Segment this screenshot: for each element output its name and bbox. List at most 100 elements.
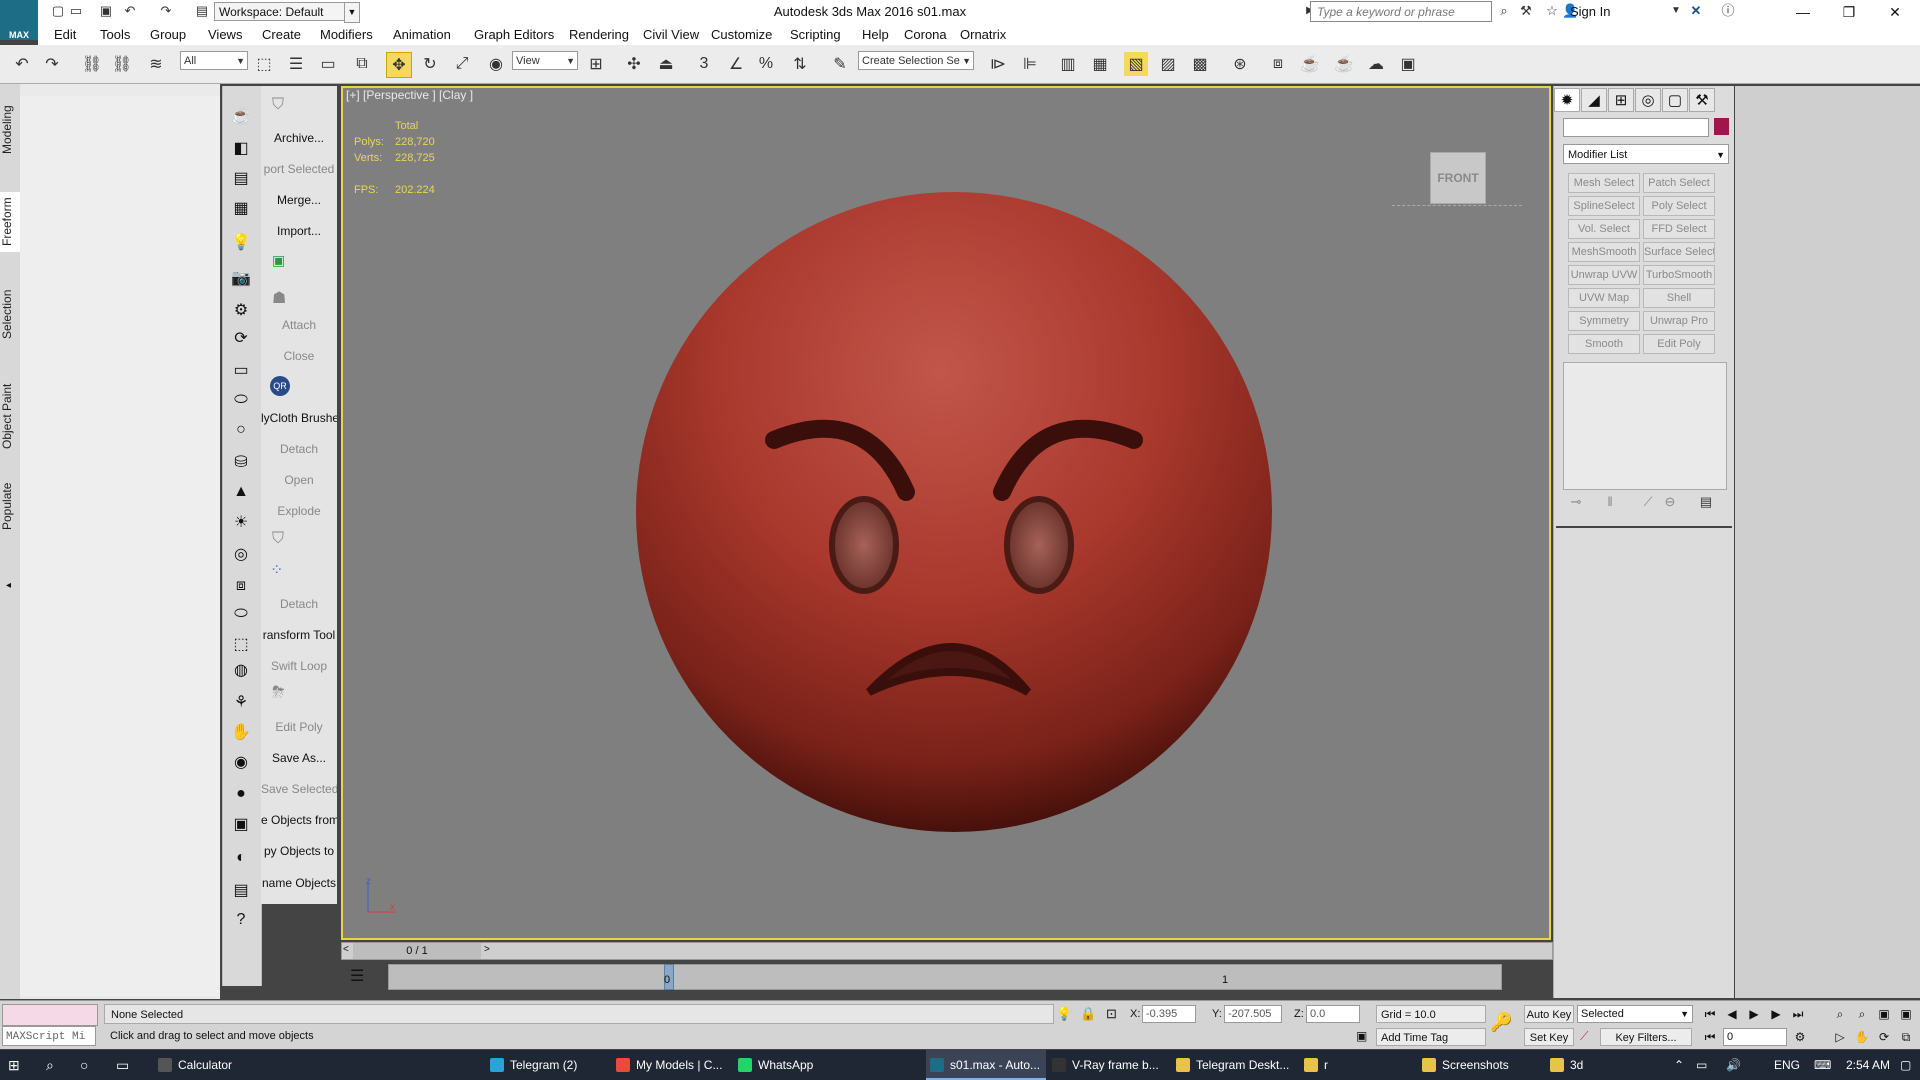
modifier-meshsmooth-button[interactable]: MeshSmooth: [1568, 242, 1640, 262]
modifier-stack[interactable]: [1563, 362, 1727, 490]
mirror-icon[interactable]: ⧐: [986, 52, 1010, 76]
plane-icon[interactable]: ⧈: [228, 574, 254, 598]
reference-coordinate-dropdown[interactable]: View ▼: [512, 51, 578, 70]
taskbar-item-telegram-deskt[interactable]: Telegram Deskt...: [1172, 1050, 1292, 1080]
light-icon[interactable]: 💡: [228, 230, 254, 254]
select-object-icon[interactable]: ⬚: [252, 52, 276, 76]
binoculars-icon[interactable]: ⌕: [1496, 3, 1512, 19]
rectangular-selection-icon[interactable]: ▭: [316, 52, 340, 76]
command-merge[interactable]: Merge...: [261, 193, 337, 207]
command-py-objects-to[interactable]: py Objects to: [261, 844, 337, 858]
add-time-tag-button[interactable]: Add Time Tag: [1376, 1028, 1486, 1046]
keyboard-icon[interactable]: ⌨: [1814, 1058, 1831, 1072]
minimize-button[interactable]: —: [1780, 0, 1826, 24]
new-icon[interactable]: ▢: [50, 3, 66, 19]
field-of-view-icon[interactable]: ▷: [1830, 1030, 1850, 1044]
list-icon[interactable]: ▤: [228, 166, 254, 190]
command-edit-poly[interactable]: Edit Poly: [261, 720, 337, 734]
set-key-button[interactable]: Set Key: [1524, 1028, 1574, 1046]
sun-icon[interactable]: ☀: [228, 510, 254, 534]
help-icon[interactable]: ?: [228, 908, 254, 932]
search-input[interactable]: Type a keyword or phrase: [1310, 1, 1492, 22]
taskbar-item-my-models-c[interactable]: My Models | C...: [612, 1050, 728, 1080]
ribbon-expand-icon[interactable]: ◂: [6, 580, 11, 591]
key-mode-toggle-icon[interactable]: ⏮: [1700, 1030, 1720, 1045]
pivot-center-icon[interactable]: ⊞: [584, 52, 608, 76]
play-icon[interactable]: ▶: [1744, 1007, 1764, 1021]
rectangle-icon[interactable]: ▭: [228, 358, 254, 382]
cube-icon[interactable]: ⬚: [228, 632, 254, 656]
command-e-objects-from[interactable]: e Objects from: [261, 813, 337, 827]
taskbar-item-v-ray-frame-b[interactable]: V-Ray frame b...: [1048, 1050, 1166, 1080]
cone-icon[interactable]: ▲: [228, 480, 254, 504]
menu-help[interactable]: Help: [862, 27, 889, 42]
menu-edit[interactable]: Edit: [54, 27, 76, 42]
show-end-result-icon[interactable]: ‖: [1600, 494, 1620, 509]
workspace-dropdown[interactable]: Workspace: Default: [214, 2, 354, 21]
network-icon[interactable]: ▭: [1696, 1058, 1707, 1072]
task-view-icon[interactable]: ▭: [116, 1057, 129, 1074]
pin-stack-icon[interactable]: ⊸: [1566, 494, 1586, 510]
menu-rendering[interactable]: Rendering: [569, 27, 629, 42]
command-close[interactable]: Close: [261, 349, 337, 363]
bowl-icon[interactable]: ⛁: [228, 450, 254, 474]
menu-corona[interactable]: Corona: [904, 27, 947, 42]
clock[interactable]: 2:54 AM: [1846, 1058, 1890, 1072]
camera-icon[interactable]: 📷: [228, 266, 254, 290]
modifier-poly-select-button[interactable]: Poly Select: [1643, 196, 1715, 216]
viewport-label[interactable]: [+] [Perspective ] [Clay ]: [346, 88, 473, 102]
go-to-end-icon[interactable]: ⏭: [1788, 1007, 1808, 1022]
modifier-edit-poly-button[interactable]: Edit Poly: [1643, 334, 1715, 354]
current-frame-field[interactable]: 0: [1723, 1028, 1787, 1046]
modifier-turbosmooth-button[interactable]: TurboSmooth: [1643, 265, 1715, 285]
scale-icon[interactable]: ⤢: [450, 52, 474, 76]
time-slider-next-icon[interactable]: >: [484, 944, 490, 955]
isolate-selection-icon[interactable]: 💡: [1056, 1006, 1072, 1022]
redo-icon[interactable]: ↷: [40, 52, 64, 76]
menu-tools[interactable]: Tools: [100, 27, 130, 42]
taskbar-item-screenshots[interactable]: Screenshots: [1418, 1050, 1538, 1080]
taskbar-item-telegram-2[interactable]: Telegram (2): [486, 1050, 598, 1080]
command-archive[interactable]: Archive...: [261, 131, 337, 145]
qr-icon[interactable]: QR: [270, 376, 290, 396]
command-import[interactable]: Import...: [261, 224, 337, 238]
modifier-vol-select-button[interactable]: Vol. Select: [1568, 219, 1640, 239]
search-icon[interactable]: ⌕: [46, 1057, 54, 1074]
menu-modifiers[interactable]: Modifiers: [320, 27, 373, 42]
select-by-name-icon[interactable]: ☰: [284, 52, 308, 76]
tab-populate[interactable]: Populate: [0, 476, 20, 536]
undo-icon[interactable]: ↶: [122, 3, 138, 19]
unlink-icon[interactable]: ⛓: [110, 52, 134, 76]
make-unique-icon[interactable]: ⟋: [1638, 494, 1658, 510]
start-windows-icon[interactable]: ⊞: [8, 1057, 20, 1074]
menu-views[interactable]: Views: [208, 27, 242, 42]
menu-create[interactable]: Create: [262, 27, 301, 42]
render-iterative-icon[interactable]: ☕: [1332, 52, 1356, 76]
motion-icon[interactable]: ⟳: [228, 326, 254, 350]
shield-icon[interactable]: ⛉: [272, 530, 284, 548]
teapot-icon[interactable]: ☕: [228, 104, 254, 128]
render-icon[interactable]: ◧: [228, 136, 254, 160]
time-tag-icon[interactable]: ▣: [1356, 1029, 1367, 1043]
key-filters-button[interactable]: Key Filters...: [1600, 1028, 1692, 1046]
layer-explorer-icon[interactable]: ▥: [1056, 52, 1080, 76]
modifier-surface-select-button[interactable]: Surface Select: [1643, 242, 1715, 262]
edit-named-selection-icon[interactable]: ✎: [828, 52, 852, 76]
modifier-shell-button[interactable]: Shell: [1643, 288, 1715, 308]
swift-loop-icon[interactable]: ⛈: [272, 684, 285, 702]
tab-modeling[interactable]: Modeling: [0, 100, 20, 160]
particles-icon[interactable]: ⁘: [270, 560, 283, 580]
command-save-as[interactable]: Save As...: [261, 751, 337, 765]
volume-icon[interactable]: 🔊: [1726, 1058, 1741, 1072]
curve-editor-icon[interactable]: ▧: [1124, 52, 1148, 76]
angle-snap-icon[interactable]: ∠: [724, 52, 748, 76]
command-detach[interactable]: Detach: [261, 597, 337, 611]
application-menu-button[interactable]: MAX: [0, 0, 38, 40]
save-icon[interactable]: ▣: [98, 3, 114, 19]
default-in-out-tangents-icon[interactable]: ⟋: [1580, 1029, 1588, 1044]
remove-modifier-icon[interactable]: ⊖: [1660, 494, 1680, 510]
menu-ornatrix[interactable]: Ornatrix: [960, 27, 1006, 42]
set-keys-key-icon[interactable]: 🔑: [1490, 1012, 1512, 1033]
viewcube-ring[interactable]: [1392, 205, 1522, 208]
modifier-smooth-button[interactable]: Smooth: [1568, 334, 1640, 354]
